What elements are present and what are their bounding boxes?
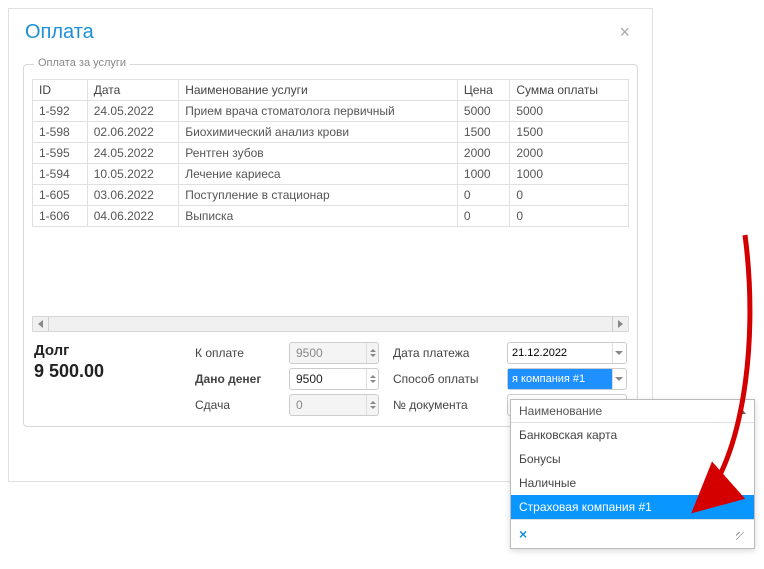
payment-method-label: Способ оплаты [393,372,493,386]
services-table-wrap: ID Дата Наименование услуги Цена Сумма о… [32,79,629,314]
cell-paid: 1500 [510,122,629,143]
col-date[interactable]: Дата [87,80,179,101]
payment-method-combo[interactable] [507,368,627,390]
debt-block: Долг 9 500.00 [34,342,195,382]
horizontal-scrollbar[interactable] [32,316,629,332]
col-service[interactable]: Наименование услуги [179,80,458,101]
table-row[interactable]: 1-59224.05.2022Прием врача стоматолога п… [33,101,629,122]
cell-id: 1-605 [33,185,88,206]
services-fieldset: Оплата за услуги ID Дата Наименование ус… [23,64,638,427]
payment-method-field[interactable] [508,369,612,389]
cell-paid: 5000 [510,101,629,122]
cell-paid: 1000 [510,164,629,185]
to-pay-input [289,342,379,364]
table-row[interactable]: 1-60604.06.2022Выписка00 [33,206,629,227]
given-field[interactable] [290,369,366,389]
cell-service: Прием врача стоматолога первичный [179,101,458,122]
change-label: Сдача [195,398,275,412]
debt-label: Долг [34,342,195,359]
chevron-down-icon[interactable] [612,369,626,389]
dropdown-item[interactable]: Банковская карта [511,423,754,447]
cell-date: 04.06.2022 [87,206,179,227]
cell-price: 5000 [457,101,509,122]
chevron-down-icon[interactable] [612,343,626,363]
cell-price: 0 [457,206,509,227]
cell-price: 0 [457,185,509,206]
cell-price: 2000 [457,143,509,164]
cell-paid: 0 [510,206,629,227]
col-id[interactable]: ID [33,80,88,101]
cell-service: Лечение кариеса [179,164,458,185]
cell-date: 24.05.2022 [87,101,179,122]
sort-up-icon[interactable] [738,409,746,414]
cell-id: 1-594 [33,164,88,185]
col-price[interactable]: Цена [457,80,509,101]
dropdown-item[interactable]: Наличные [511,471,754,495]
payment-method-dropdown[interactable]: Наименование Банковская картаБонусыНалич… [510,399,755,549]
services-table: ID Дата Наименование услуги Цена Сумма о… [32,79,629,227]
dropdown-header[interactable]: Наименование [511,400,754,423]
resize-grip-icon[interactable] [736,532,746,542]
cell-service: Поступление в стационар [179,185,458,206]
cell-service: Рентген зубов [179,143,458,164]
cell-date: 10.05.2022 [87,164,179,185]
cell-id: 1-592 [33,101,88,122]
cell-price: 1500 [457,122,509,143]
change-input [289,394,379,416]
cell-price: 1000 [457,164,509,185]
cell-date: 02.06.2022 [87,122,179,143]
modal-header: Оплата × [9,9,652,56]
cell-service: Биохимический анализ крови [179,122,458,143]
cell-paid: 2000 [510,143,629,164]
cell-service: Выписка [179,206,458,227]
to-pay-field [290,343,366,363]
payment-date-combo[interactable] [507,342,627,364]
doc-number-label: № документа [393,398,493,412]
modal-title: Оплата [25,21,94,44]
payment-date-label: Дата платежа [393,346,493,360]
table-row[interactable]: 1-59410.05.2022Лечение кариеса10001000 [33,164,629,185]
to-pay-label: К оплате [195,346,275,360]
given-label: Дано денег [195,372,275,386]
cell-date: 03.06.2022 [87,185,179,206]
spinner-icon [366,343,378,363]
table-row[interactable]: 1-60503.06.2022Поступление в стационар00 [33,185,629,206]
spinner-icon[interactable] [366,369,378,389]
table-row[interactable]: 1-59802.06.2022Биохимический анализ кров… [33,122,629,143]
dropdown-header-label: Наименование [519,404,602,418]
col-paid[interactable]: Сумма оплаты [510,80,629,101]
cell-id: 1-595 [33,143,88,164]
fieldset-legend: Оплата за услуги [34,57,130,69]
dropdown-item[interactable]: Бонусы [511,447,754,471]
close-icon[interactable]: × [613,22,636,43]
table-row[interactable]: 1-59524.05.2022Рентген зубов20002000 [33,143,629,164]
cell-id: 1-606 [33,206,88,227]
spinner-icon [366,395,378,415]
cell-paid: 0 [510,185,629,206]
cell-date: 24.05.2022 [87,143,179,164]
clear-icon[interactable]: × [519,526,527,542]
dropdown-item[interactable]: Страховая компания #1 [511,495,754,519]
change-field [290,395,366,415]
dropdown-footer: × [511,519,754,548]
payment-date-field[interactable] [508,343,612,363]
given-input[interactable] [289,368,379,390]
debt-value: 9 500.00 [34,361,195,382]
cell-id: 1-598 [33,122,88,143]
